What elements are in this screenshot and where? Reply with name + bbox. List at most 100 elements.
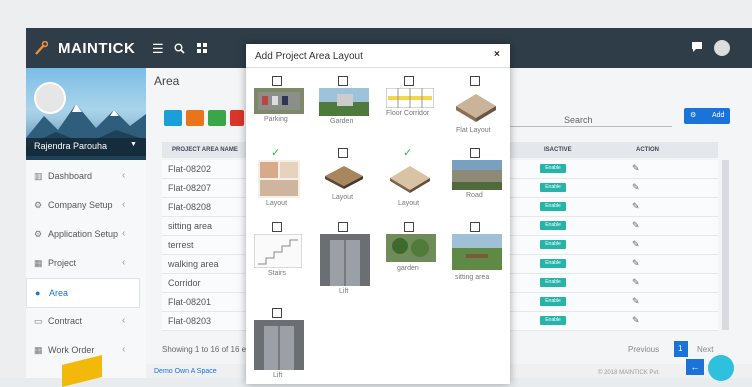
menu-icon[interactable]: ☰ [152, 41, 164, 57]
sidebar-item-label: Project [48, 258, 77, 268]
edit-icon[interactable]: ✎ [632, 296, 640, 307]
caption-garden: garden [397, 265, 419, 272]
enable-badge[interactable]: Enable [540, 221, 566, 230]
caption-sitting-area: sitting area [455, 274, 490, 281]
flat-layout-thumbnail[interactable] [452, 88, 500, 124]
csv-button[interactable] [186, 110, 204, 126]
gear-icon: ⚙ [34, 200, 43, 210]
gears-icon: ⚙ [34, 229, 43, 239]
edit-icon[interactable]: ✎ [632, 239, 640, 250]
avatar[interactable] [34, 82, 66, 114]
layout-thumbnail[interactable] [388, 160, 432, 194]
table-scrollbar[interactable] [722, 160, 729, 330]
garden-thumbnail[interactable] [319, 88, 369, 116]
page-1-button[interactable]: 1 [674, 341, 688, 357]
stairs-thumbnail[interactable] [254, 234, 302, 268]
floor-corridor-thumbnail[interactable] [386, 88, 434, 108]
brand-name: MAINTICK [58, 40, 136, 57]
checkbox-floor-corridor[interactable] [404, 76, 414, 86]
enable-badge[interactable]: Enable [540, 240, 566, 249]
edit-icon[interactable]: ✎ [632, 163, 640, 174]
enable-badge[interactable]: Enable [540, 316, 566, 325]
sidebar-item-label: Application Setup [48, 229, 119, 239]
area-name-cell: walking area [168, 259, 219, 269]
enable-badge[interactable]: Enable [540, 202, 566, 211]
chat-icon[interactable] [692, 42, 702, 52]
enable-badge[interactable]: Enable [540, 183, 566, 192]
caption-layout: Layout [266, 200, 288, 207]
lift-thumbnail[interactable] [320, 234, 370, 286]
footer-link[interactable]: Demo Own A Space [154, 368, 217, 375]
sitting-area-thumbnail[interactable] [452, 234, 502, 270]
previous-button[interactable]: Previous [628, 345, 659, 354]
search-input[interactable] [510, 126, 672, 127]
checkbox-parking[interactable] [272, 76, 282, 86]
enable-badge[interactable]: Enable [540, 164, 566, 173]
checkbox-garden[interactable] [338, 76, 348, 86]
caption-layout: Layout [332, 194, 354, 201]
close-icon[interactable]: × [494, 49, 500, 60]
parking-thumbnail[interactable] [254, 88, 304, 114]
enable-badge[interactable]: Enable [540, 259, 566, 268]
edit-icon[interactable]: ✎ [632, 315, 640, 326]
copy-button[interactable] [164, 110, 182, 126]
search-icon[interactable] [174, 43, 185, 54]
area-name-cell: Flat-08201 [168, 297, 212, 307]
checkbox-layout-2[interactable] [338, 148, 348, 158]
checkbox-lift-2[interactable] [272, 308, 282, 318]
road-thumbnail[interactable] [452, 160, 502, 190]
edit-icon[interactable]: ✎ [632, 182, 640, 193]
edit-icon[interactable]: ✎ [632, 201, 640, 212]
checkbox-road[interactable] [470, 148, 480, 158]
checkmark-icon[interactable]: ✓ [403, 146, 412, 159]
lift-thumbnail[interactable] [254, 320, 304, 370]
edit-icon[interactable]: ✎ [632, 258, 640, 269]
sidebar-item-contract[interactable]: ▭ Contract ‹ [26, 307, 138, 335]
caption-road: Road [466, 192, 483, 199]
checkbox-lift[interactable] [338, 222, 348, 232]
sidebar-item-project[interactable]: ▦ Project ‹ [26, 249, 138, 277]
add-button-label: Add [712, 112, 725, 119]
sidebar-item-dashboard[interactable]: ▥ Dashboard ‹ [26, 162, 138, 190]
checkbox-stairs[interactable] [272, 222, 282, 232]
table-info: Showing 1 to 16 of 16 en [162, 345, 251, 354]
search-label: Search [564, 115, 593, 125]
modal-divider [246, 67, 510, 68]
add-button[interactable]: ⚙ Add [684, 108, 730, 124]
edit-icon[interactable]: ✎ [632, 220, 640, 231]
chevron-left-icon: ‹ [122, 170, 126, 181]
chart-icon: ▥ [34, 171, 43, 181]
layout-thumbnail[interactable] [323, 160, 365, 190]
contract-icon: ▭ [34, 316, 43, 326]
enable-badge[interactable]: Enable [540, 278, 566, 287]
garden-thumbnail[interactable] [386, 234, 436, 262]
user-name: Rajendra Parouha [34, 141, 108, 151]
apps-grid-icon[interactable] [197, 43, 207, 53]
user-avatar-top[interactable] [714, 40, 730, 56]
settings-fab-icon[interactable] [708, 355, 734, 381]
layout-thumbnail[interactable] [258, 160, 300, 198]
column-header-name[interactable]: PROJECT AREA NAME [172, 147, 238, 153]
column-header-isactive[interactable]: ISACTIVE [544, 147, 572, 153]
edit-icon[interactable]: ✎ [632, 277, 640, 288]
checkbox-flat-layout[interactable] [470, 76, 480, 86]
checkmark-icon[interactable]: ✓ [271, 146, 280, 159]
page-number: 1 [678, 344, 683, 353]
sidebar-item-label: Area [49, 288, 69, 298]
caption-lift: Lift [339, 288, 349, 295]
sidebar-item-application-setup[interactable]: ⚙ Application Setup ‹ [26, 220, 138, 248]
enable-badge[interactable]: Enable [540, 297, 566, 306]
area-name-cell: Flat-08208 [168, 202, 212, 212]
excel-button[interactable] [208, 110, 226, 126]
grid-icon: ▦ [34, 345, 43, 355]
back-arrow-icon[interactable]: ← [686, 359, 704, 375]
sidebar-item-area[interactable]: ● Area [26, 278, 140, 308]
checkbox-garden-2[interactable] [404, 222, 414, 232]
sidebar-item-company-setup[interactable]: ⚙ Company Setup ‹ [26, 191, 138, 219]
pdf-button[interactable] [230, 110, 244, 126]
checkbox-sitting-area[interactable] [470, 222, 480, 232]
chevron-left-icon: ‹ [122, 315, 126, 326]
caret-down-icon[interactable]: ▼ [130, 141, 137, 148]
area-name-cell: sitting area [168, 221, 213, 231]
next-button[interactable]: Next [697, 345, 713, 354]
